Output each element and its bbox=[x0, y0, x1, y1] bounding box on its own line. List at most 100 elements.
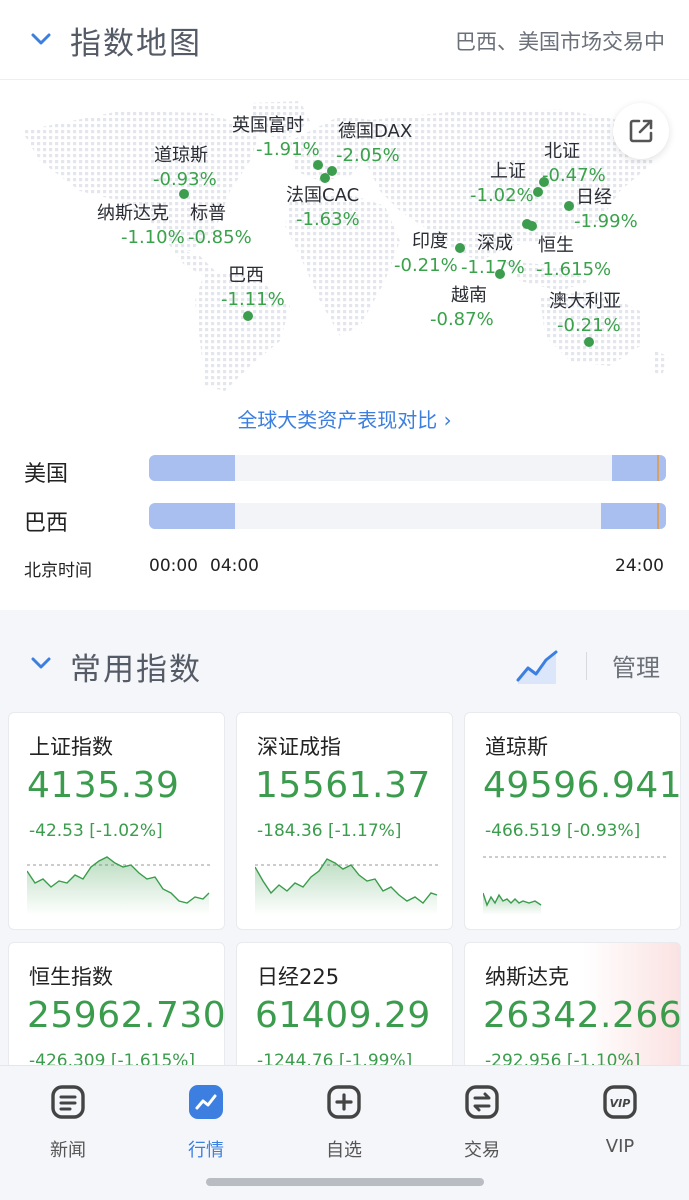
marker-label-dow[interactable]: 道琼斯 bbox=[154, 145, 208, 167]
trade-icon bbox=[465, 1085, 499, 1119]
timezone-label: 北京时间 bbox=[24, 561, 92, 581]
global-asset-compare-link[interactable]: 全球大类资产表现对比 › bbox=[0, 404, 689, 433]
marker-label-australia[interactable]: 澳大利亚 bbox=[549, 291, 621, 313]
marker-dot-australia[interactable] bbox=[584, 337, 594, 347]
marker-dot-ftse[interactable] bbox=[313, 160, 323, 170]
index-card-szse[interactable]: 深证成指 15561.37 -184.36 [-1.17%] bbox=[236, 712, 453, 930]
marker-dot-sse[interactable] bbox=[533, 187, 543, 197]
index-map-header: 指数地图 巴西、美国市场交易中 bbox=[0, 0, 689, 80]
index-change: -42.53 [-1.02%] bbox=[29, 821, 163, 841]
marker-label-brazil[interactable]: 巴西 bbox=[228, 265, 264, 287]
marker-change-ftse: -1.91% bbox=[256, 139, 320, 160]
tab-label: 交易 bbox=[464, 1140, 500, 1161]
marker-label-vietnam[interactable]: 越南 bbox=[451, 285, 487, 307]
marker-change-hsi: -1.615% bbox=[536, 259, 612, 280]
marker-label-ftse[interactable]: 英国富时 bbox=[232, 115, 304, 137]
index-price: 49596.941 bbox=[483, 765, 681, 806]
svg-text:VIP: VIP bbox=[610, 1097, 631, 1110]
marker-dot-brazil[interactable] bbox=[243, 311, 253, 321]
common-indices-header: 常用指数 管理 bbox=[0, 610, 689, 710]
marker-label-szse[interactable]: 深成 bbox=[477, 233, 513, 255]
tab-label: 行情 bbox=[188, 1140, 224, 1161]
marker-label-hsi[interactable]: 恒生 bbox=[538, 235, 574, 257]
index-name: 上证指数 bbox=[29, 735, 113, 759]
index-card-dow[interactable]: 道琼斯 49596.941 -466.519 [-0.93%] bbox=[464, 712, 681, 930]
time-tick-0000: 00:00 bbox=[149, 556, 198, 576]
index-price: 15561.37 bbox=[255, 765, 431, 806]
index-price: 25962.730 bbox=[27, 995, 225, 1036]
home-indicator bbox=[206, 1178, 484, 1186]
time-tick-0400: 04:00 bbox=[210, 556, 259, 576]
marker-dot-vietnam[interactable] bbox=[495, 269, 505, 279]
index-price: 4135.39 bbox=[27, 765, 180, 806]
marker-dot-hsi[interactable] bbox=[527, 221, 537, 231]
vip-icon: VIP bbox=[603, 1085, 637, 1119]
index-change: -184.36 [-1.17%] bbox=[257, 821, 402, 841]
market-icon bbox=[189, 1085, 223, 1119]
index-price: 61409.29 bbox=[255, 995, 431, 1036]
marker-change-india: -0.21% bbox=[394, 255, 458, 276]
tab-label: VIP bbox=[605, 1136, 635, 1157]
marker-change-szse: -1.17% bbox=[461, 257, 525, 278]
marker-label-india[interactable]: 印度 bbox=[412, 231, 448, 253]
tab-vip[interactable]: VIP VIP bbox=[570, 1084, 670, 1164]
external-link-icon bbox=[629, 119, 653, 143]
expand-map-button[interactable] bbox=[613, 103, 669, 159]
marker-change-vietnam: -0.87% bbox=[430, 309, 494, 330]
tab-watchlist[interactable]: 自选 bbox=[294, 1084, 394, 1164]
index-price: 26342.266 bbox=[483, 995, 681, 1036]
marker-dot-india[interactable] bbox=[455, 243, 465, 253]
line-chart-icon[interactable] bbox=[516, 646, 560, 686]
timeline-track-brazil bbox=[149, 503, 666, 529]
world-index-map[interactable]: 英国富时 -1.91% 德国DAX -2.05% 道琼斯 -0.93% 法国CA… bbox=[0, 81, 689, 421]
marker-change-bse: -0.47% bbox=[542, 165, 606, 186]
marker-dot-cac[interactable] bbox=[320, 173, 330, 183]
marker-dot-dow[interactable] bbox=[179, 189, 189, 199]
watchlist-icon bbox=[327, 1085, 361, 1119]
marker-change-dow: -0.93% bbox=[153, 169, 217, 190]
tab-label: 新闻 bbox=[50, 1140, 86, 1161]
marker-change-dax: -2.05% bbox=[336, 145, 400, 166]
section-title: 常用指数 bbox=[70, 652, 202, 688]
section-title: 指数地图 bbox=[70, 26, 202, 62]
index-name: 恒生指数 bbox=[29, 965, 113, 989]
index-name: 道琼斯 bbox=[485, 735, 548, 759]
tab-trade[interactable]: 交易 bbox=[432, 1084, 532, 1164]
divider bbox=[586, 652, 587, 680]
time-tick-2400: 24:00 bbox=[615, 556, 664, 576]
session-bar-us-early bbox=[149, 455, 235, 481]
marker-label-nasdaq[interactable]: 纳斯达克 bbox=[97, 203, 169, 225]
timeline-label-brazil: 巴西 bbox=[24, 511, 69, 536]
index-name: 日经225 bbox=[257, 965, 340, 989]
marker-change-nikkei: -1.99% bbox=[574, 211, 638, 232]
timeline-track-us bbox=[149, 455, 666, 481]
manage-button[interactable]: 管理 bbox=[612, 648, 660, 683]
marker-label-sp500[interactable]: 标普 bbox=[190, 203, 226, 225]
tab-market[interactable]: 行情 bbox=[156, 1084, 256, 1164]
market-status: 巴西、美国市场交易中 bbox=[455, 30, 665, 54]
marker-label-bse[interactable]: 北证 bbox=[544, 141, 580, 163]
marker-label-cac[interactable]: 法国CAC bbox=[286, 185, 359, 207]
marker-change-nasdaq: -1.10% bbox=[121, 227, 185, 248]
marker-dot-bse[interactable] bbox=[539, 177, 549, 187]
sparkline-chart bbox=[27, 856, 211, 915]
current-time-marker bbox=[657, 503, 659, 529]
current-time-marker bbox=[657, 455, 659, 481]
marker-label-dax[interactable]: 德国DAX bbox=[338, 121, 412, 143]
tab-label: 自选 bbox=[326, 1140, 362, 1161]
marker-label-nikkei[interactable]: 日经 bbox=[576, 187, 612, 209]
news-icon bbox=[51, 1085, 85, 1119]
chevron-down-icon[interactable] bbox=[30, 28, 52, 50]
marker-label-sse[interactable]: 上证 bbox=[490, 161, 526, 183]
index-card-sse[interactable]: 上证指数 4135.39 -42.53 [-1.02%] bbox=[8, 712, 225, 930]
chevron-down-icon[interactable] bbox=[30, 652, 52, 674]
index-name: 纳斯达克 bbox=[485, 965, 569, 989]
marker-change-sse: -1.02% bbox=[470, 185, 534, 206]
marker-dot-nikkei[interactable] bbox=[564, 201, 574, 211]
sparkline-chart bbox=[483, 856, 667, 915]
index-change: -466.519 [-0.93%] bbox=[485, 821, 641, 841]
index-name: 深证成指 bbox=[257, 735, 341, 759]
marker-change-australia: -0.21% bbox=[557, 315, 621, 336]
sparkline-chart bbox=[255, 858, 439, 915]
tab-news[interactable]: 新闻 bbox=[18, 1084, 118, 1164]
